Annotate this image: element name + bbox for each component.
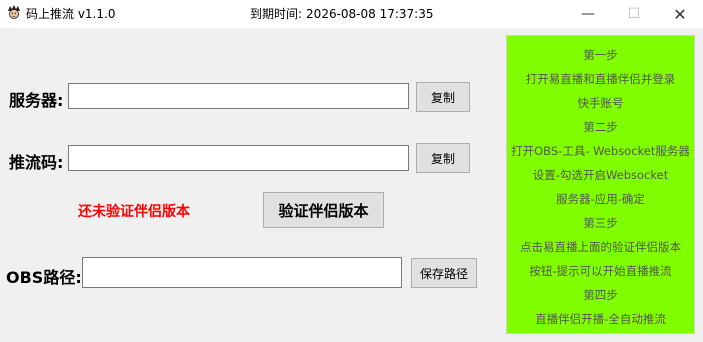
guide-line: 第一步 — [583, 48, 618, 62]
instructions-panel: 第一步 打开易直播和直播伴侣并登录 快手账号 第二步 打开OBS-工具- Web… — [506, 35, 695, 334]
maximize-icon[interactable]: ☐ — [611, 0, 657, 28]
guide-line: 打开易直播和直播伴侣并登录 — [525, 72, 676, 86]
guide-line: 快手账号 — [577, 96, 624, 110]
window-title: 码上推流 v1.1.0 — [26, 7, 116, 21]
verify-status-text: 还未验证伴侣版本 — [78, 204, 190, 220]
minimize-icon[interactable]: — — [565, 0, 611, 28]
app-logo-icon — [6, 4, 22, 20]
guide-line: 第二步 — [583, 120, 618, 134]
verify-version-button[interactable]: 验证伴侣版本 — [263, 192, 384, 228]
close-icon[interactable]: ✕ — [657, 0, 703, 28]
guide-line: 按钮-提示可以开始直播推流 — [529, 264, 672, 278]
guide-line: 第三步 — [583, 216, 618, 230]
expiry-label: 到期时间: — [250, 7, 303, 21]
push-code-copy-button[interactable]: 复制 — [416, 143, 470, 173]
expiry-value: 2026-08-08 17:37:35 — [306, 7, 434, 21]
push-code-input[interactable] — [68, 145, 409, 171]
obs-path-label: OBS路径: — [6, 268, 82, 287]
push-code-label: 推流码: — [9, 153, 64, 172]
guide-line: 点击易直播上面的验证伴侣版本 — [520, 240, 681, 254]
guide-line: 服务器-应用-确定 — [556, 192, 645, 206]
obs-path-input[interactable] — [82, 257, 402, 288]
save-path-button[interactable]: 保存路径 — [411, 258, 477, 288]
guide-line: 直播伴侣开播-全自动推流 — [535, 312, 666, 326]
server-label: 服务器: — [9, 91, 64, 110]
guide-line: 打开OBS-工具- Websocket服务器 — [511, 144, 690, 158]
guide-line: 第四步 — [583, 288, 618, 302]
server-copy-button[interactable]: 复制 — [416, 82, 470, 112]
title-bar: 码上推流 v1.1.0 到期时间: 2026-08-08 17:37:35 — ☐… — [0, 0, 703, 28]
server-input[interactable] — [68, 83, 409, 109]
guide-line: 设置-勾选开启Websocket — [532, 168, 669, 182]
expiry-info: 到期时间: 2026-08-08 17:37:35 — [250, 5, 438, 22]
